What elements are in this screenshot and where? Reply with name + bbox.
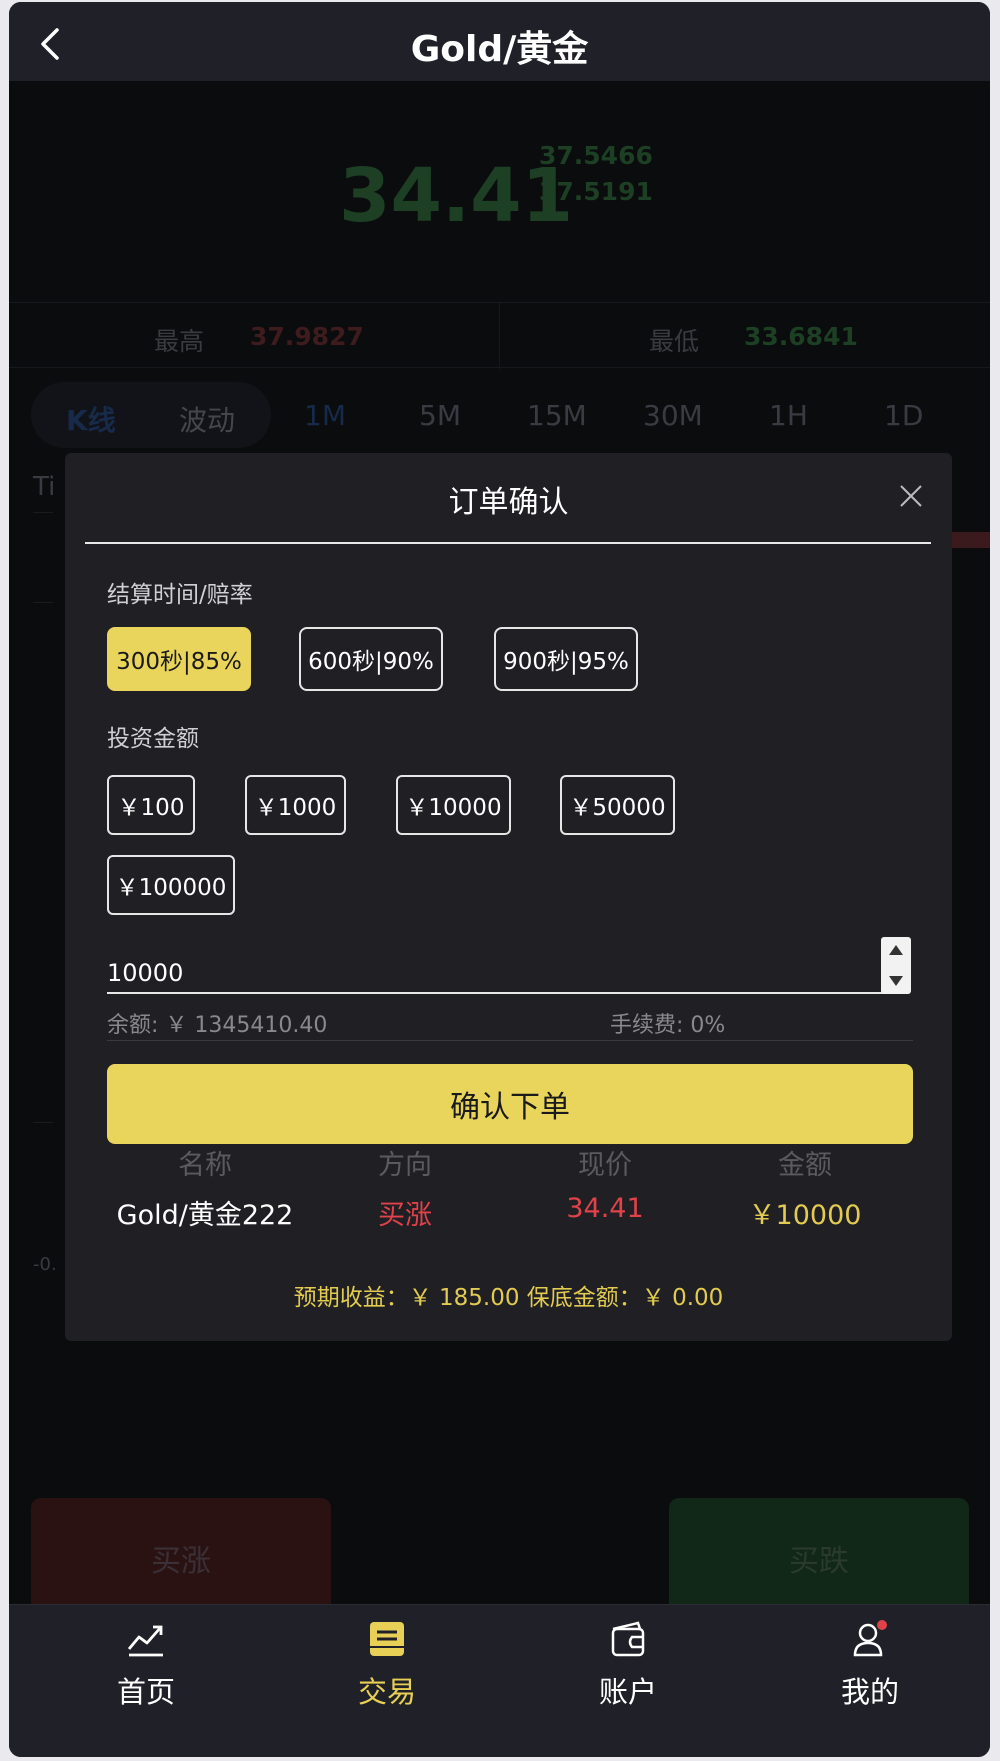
close-button[interactable] xyxy=(896,481,926,511)
low-label: 最低 xyxy=(649,327,700,356)
trade-card-icon xyxy=(370,1622,404,1656)
tab-period-1h[interactable]: 1H xyxy=(769,399,808,432)
tab-period-30m[interactable]: 30M xyxy=(643,399,703,432)
fee-text: 手续费: 0% xyxy=(610,1013,726,1038)
invest-label: 投资金额 xyxy=(107,726,199,752)
buy-down-label: 买跌 xyxy=(789,1544,849,1579)
balance-text: 余额: ￥ 1345410.40 xyxy=(107,1013,328,1038)
caret-up-icon xyxy=(889,945,903,955)
tabbar-item-home[interactable]: 首页 xyxy=(76,1619,216,1711)
order-amount: ￥10000 xyxy=(748,1200,862,1231)
col-header-price: 现价 xyxy=(578,1150,632,1181)
settle-option-900[interactable]: 900秒|95% xyxy=(494,627,638,691)
stepper-up-button[interactable] xyxy=(881,937,911,965)
order-direction: 买涨 xyxy=(378,1200,432,1231)
close-icon xyxy=(900,485,922,507)
tabbar-label-home: 首页 xyxy=(116,1675,175,1709)
grid-line xyxy=(33,1122,53,1123)
amount-option-100000[interactable]: ￥100000 xyxy=(107,855,235,915)
bottom-tabbar: 首页 交易 账户 我的 xyxy=(9,1604,990,1757)
chart-tabs: K线 波动 1M 5M 15M 30M 1H 1D xyxy=(9,382,990,448)
stepper-down-button[interactable] xyxy=(881,966,911,994)
col-header-name: 名称 xyxy=(178,1150,232,1181)
balance-fee-row: 余额: ￥ 1345410.40 手续费: 0% xyxy=(107,1001,913,1041)
app-frame: Gold/黄金 34.41 37.5466 37.5191 最高 37.9827… xyxy=(9,2,990,1757)
divider xyxy=(499,303,500,369)
amount-input[interactable] xyxy=(107,936,897,994)
header: Gold/黄金 xyxy=(9,2,990,81)
page-title: Gold/黄金 xyxy=(410,29,589,70)
amount-stepper[interactable] xyxy=(881,937,911,994)
chart-trend-icon xyxy=(127,1625,163,1657)
settle-option-300[interactable]: 300秒|85% xyxy=(107,627,251,691)
tab-period-15m[interactable]: 15M xyxy=(527,399,587,432)
settle-option-600[interactable]: 600秒|90% xyxy=(299,627,443,691)
order-price: 34.41 xyxy=(566,1193,644,1224)
high-value: 37.9827 xyxy=(250,322,364,351)
high-low-row: 最高 37.9827 最低 33.6841 xyxy=(9,302,990,369)
confirm-order-button[interactable]: 确认下单 xyxy=(107,1064,913,1144)
tabbar-label-trade: 交易 xyxy=(357,1675,416,1709)
low-value: 33.6841 xyxy=(744,322,858,351)
amount-option-100[interactable]: ￥100 xyxy=(107,775,195,835)
order-name: Gold/黄金222 xyxy=(116,1200,294,1231)
tabbar-label-account: 账户 xyxy=(598,1675,657,1709)
tabbar-item-me[interactable]: 我的 xyxy=(800,1619,940,1711)
buy-up-label: 买涨 xyxy=(151,1544,211,1579)
tab-period-5m[interactable]: 5M xyxy=(419,399,461,432)
current-price: 34.41 xyxy=(339,153,574,239)
amount-option-10000[interactable]: ￥10000 xyxy=(396,775,511,835)
tabbar-item-account[interactable]: 账户 xyxy=(558,1619,698,1711)
col-header-amount: 金额 xyxy=(778,1150,832,1181)
tabbar-label-me: 我的 xyxy=(840,1675,899,1709)
tab-kline[interactable]: K线 xyxy=(66,399,116,439)
ask-price: 37.5191 xyxy=(539,177,653,206)
settle-label: 结算时间/赔率 xyxy=(107,582,253,608)
price-area: 34.41 37.5466 37.5191 xyxy=(9,81,990,301)
amount-option-1000[interactable]: ￥1000 xyxy=(245,775,346,835)
tab-period-1d[interactable]: 1D xyxy=(884,399,923,432)
grid-line xyxy=(33,602,53,603)
chart-label: Ti xyxy=(33,472,56,502)
wallet-icon xyxy=(611,1621,645,1657)
chart-tick: -0. xyxy=(33,1254,57,1275)
modal-title: 订单确认 xyxy=(448,485,569,520)
caret-down-icon xyxy=(889,976,903,986)
tabbar-item-trade[interactable]: 交易 xyxy=(317,1619,457,1711)
title-divider xyxy=(85,542,931,544)
order-confirm-modal: 订单确认 结算时间/赔率 300秒|85% 600秒|90% 900秒|95% … xyxy=(65,453,952,1341)
bid-price: 37.5466 xyxy=(539,141,653,170)
buy-up-button[interactable]: 买涨 xyxy=(31,1498,331,1613)
buy-down-button[interactable]: 买跌 xyxy=(669,1498,969,1613)
grid-line xyxy=(33,512,53,513)
col-header-direction: 方向 xyxy=(378,1150,432,1181)
expected-return-note: 预期收益：￥ 185.00 保底金额：￥ 0.00 xyxy=(293,1285,724,1311)
tab-fluct[interactable]: 波动 xyxy=(179,399,235,439)
tab-period-1m[interactable]: 1M xyxy=(304,399,346,432)
high-label: 最高 xyxy=(154,327,205,356)
user-icon xyxy=(853,1620,887,1657)
amount-option-50000[interactable]: ￥50000 xyxy=(560,775,675,835)
